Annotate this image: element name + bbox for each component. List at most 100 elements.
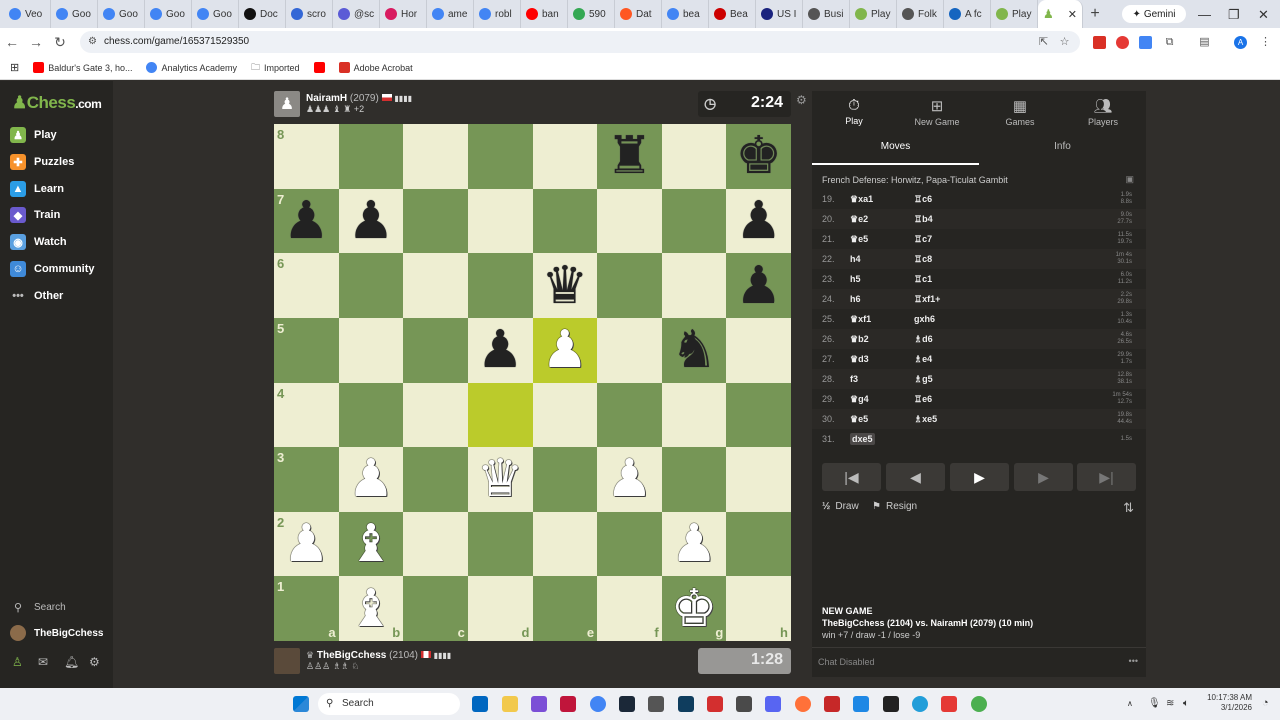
bookmark[interactable]: Analytics Academy [146, 62, 237, 73]
square-a1[interactable]: 1a [274, 576, 339, 641]
player-avatar[interactable]: ♟ [274, 91, 300, 117]
square-b6[interactable] [338, 253, 404, 318]
square-e4[interactable] [532, 382, 598, 448]
square-e6[interactable]: ♛ [532, 253, 598, 318]
telegram-icon[interactable] [912, 696, 928, 712]
black-move[interactable]: ♖xf1+ [914, 294, 978, 305]
black-move[interactable]: ♖e6 [914, 394, 978, 405]
square-g8[interactable] [661, 124, 727, 189]
square-h2[interactable] [726, 511, 791, 577]
install-icon[interactable]: ⇱ [1037, 36, 1050, 49]
square-f1[interactable]: f [597, 576, 662, 641]
menu-dots-icon[interactable]: ⋮ [1259, 36, 1272, 49]
square-c7[interactable] [403, 188, 468, 254]
resign-button[interactable]: ⚑ Resign [872, 501, 917, 512]
white-move[interactable]: h4 [850, 254, 861, 264]
taskbar-app-icon[interactable] [941, 696, 957, 712]
browser-tab[interactable]: bea [662, 0, 709, 28]
square-e1[interactable]: e [532, 576, 598, 641]
sidebar-item-learn[interactable]: ▲ Learn [10, 181, 64, 197]
taskbar-app-icon[interactable] [707, 696, 723, 712]
close-tab-icon[interactable]: ✕ [1068, 8, 1077, 21]
square-g7[interactable] [661, 188, 727, 254]
square-e2[interactable] [532, 511, 598, 577]
minimize-icon[interactable]: — [1198, 7, 1211, 22]
settings-icon[interactable]: ⚙ [89, 655, 100, 669]
black-pawn-piece[interactable]: ♟ [283, 195, 330, 247]
square-g1[interactable]: ♚ g [661, 576, 727, 641]
square-a7[interactable]: ♟ 7 [274, 188, 339, 254]
browser-tab[interactable]: Goo [192, 0, 239, 28]
square-c8[interactable] [403, 124, 468, 189]
black-move[interactable]: gxh6 [914, 314, 978, 324]
square-e8[interactable] [532, 124, 598, 189]
last-move-button[interactable]: ▶| [1077, 463, 1136, 491]
browser-tab[interactable]: A fc [944, 0, 991, 28]
white-move[interactable]: ♛g4 [850, 394, 869, 404]
white-move[interactable]: ♛xa1 [850, 194, 873, 204]
chrome-profile-icon[interactable] [971, 696, 987, 712]
book-icon[interactable]: ▣ [1125, 174, 1134, 185]
friends-icon[interactable]: ♙ [12, 655, 23, 669]
firefox-icon[interactable] [795, 696, 811, 712]
bookmark[interactable]: Baldur's Gate 3, ho... [33, 62, 132, 73]
tab-games[interactable]: ▦ Games [990, 97, 1050, 127]
browser-tab[interactable]: Doc [239, 0, 286, 28]
white-pawn-piece[interactable]: ♟ [606, 453, 653, 505]
square-d7[interactable] [467, 188, 533, 254]
extension-icon[interactable] [1139, 36, 1152, 49]
taskbar-app-icon[interactable] [560, 696, 576, 712]
sidebar-item-play[interactable]: ♟ Play [10, 127, 57, 143]
terminal-icon[interactable] [883, 696, 899, 712]
next-move-button[interactable]: ▶ [1014, 463, 1073, 491]
taskbar-app-icon[interactable] [736, 696, 752, 712]
browser-tab[interactable]: Goo [98, 0, 145, 28]
square-a5[interactable]: 5 [274, 317, 339, 383]
square-a6[interactable]: 6 [274, 253, 339, 318]
square-h5[interactable] [726, 317, 791, 383]
file-explorer-icon[interactable] [502, 696, 518, 712]
discord-icon[interactable] [765, 696, 781, 712]
white-pawn-piece[interactable]: ♟ [542, 324, 589, 376]
square-h1[interactable]: h [726, 576, 791, 641]
square-e3[interactable] [532, 447, 598, 512]
sidebar-item-other[interactable]: ••• Other [10, 288, 63, 304]
white-queen-piece[interactable]: ♛ [477, 453, 524, 505]
flip-board-icon[interactable]: ⇅ [1123, 500, 1134, 516]
square-d5[interactable]: ♟ [467, 317, 533, 383]
opening-name[interactable]: French Defense: Horwitz, Papa-Ticulat Ga… [822, 175, 1008, 185]
tab-new-game[interactable]: ⊞ New Game [907, 97, 967, 127]
white-move[interactable]: h6 [850, 294, 861, 304]
white-pawn-piece[interactable]: ♟ [283, 518, 330, 570]
forward-icon[interactable]: → [24, 34, 48, 50]
white-move[interactable]: f3 [850, 374, 858, 384]
sidebar-search[interactable]: ⚲ Search [10, 599, 66, 615]
player-name[interactable]: NairamH [306, 93, 347, 104]
url-input[interactable]: ⚙ chess.com/game/165371529350 [80, 31, 1080, 53]
black-move[interactable]: ♖c6 [914, 194, 978, 205]
notifications-icon[interactable]: 🔔︎ [64, 655, 79, 669]
taskbar-app-icon[interactable] [853, 696, 869, 712]
site-info-icon[interactable]: ⚙ [88, 31, 97, 53]
taskbar-app-icon[interactable] [678, 696, 694, 712]
browser-tab[interactable]: Hor [380, 0, 427, 28]
square-f5[interactable] [597, 317, 662, 383]
black-pawn-piece[interactable]: ♟ [735, 260, 782, 312]
white-pawn-piece[interactable]: ♟ [348, 453, 395, 505]
close-window-icon[interactable]: ✕ [1258, 7, 1269, 23]
square-h8[interactable]: ♚ [726, 124, 791, 189]
more-dots-icon[interactable]: ••• [1129, 656, 1138, 666]
square-d1[interactable]: d [467, 576, 533, 641]
sidepanel-icon[interactable]: ▤ [1198, 36, 1211, 49]
square-g6[interactable] [661, 253, 727, 318]
white-king-piece[interactable]: ♚ [671, 583, 718, 635]
white-move[interactable]: dxe5 [850, 433, 875, 445]
player-name[interactable]: TheBigCchess [317, 650, 386, 661]
square-c6[interactable] [403, 253, 468, 318]
square-g3[interactable] [661, 447, 727, 512]
square-b7[interactable]: ♟ [338, 188, 404, 254]
steam-icon[interactable] [619, 696, 635, 712]
square-f6[interactable] [597, 253, 662, 318]
white-bishop-piece[interactable]: ♝ [348, 518, 395, 570]
white-bishop-piece[interactable]: ♝ [348, 583, 395, 635]
